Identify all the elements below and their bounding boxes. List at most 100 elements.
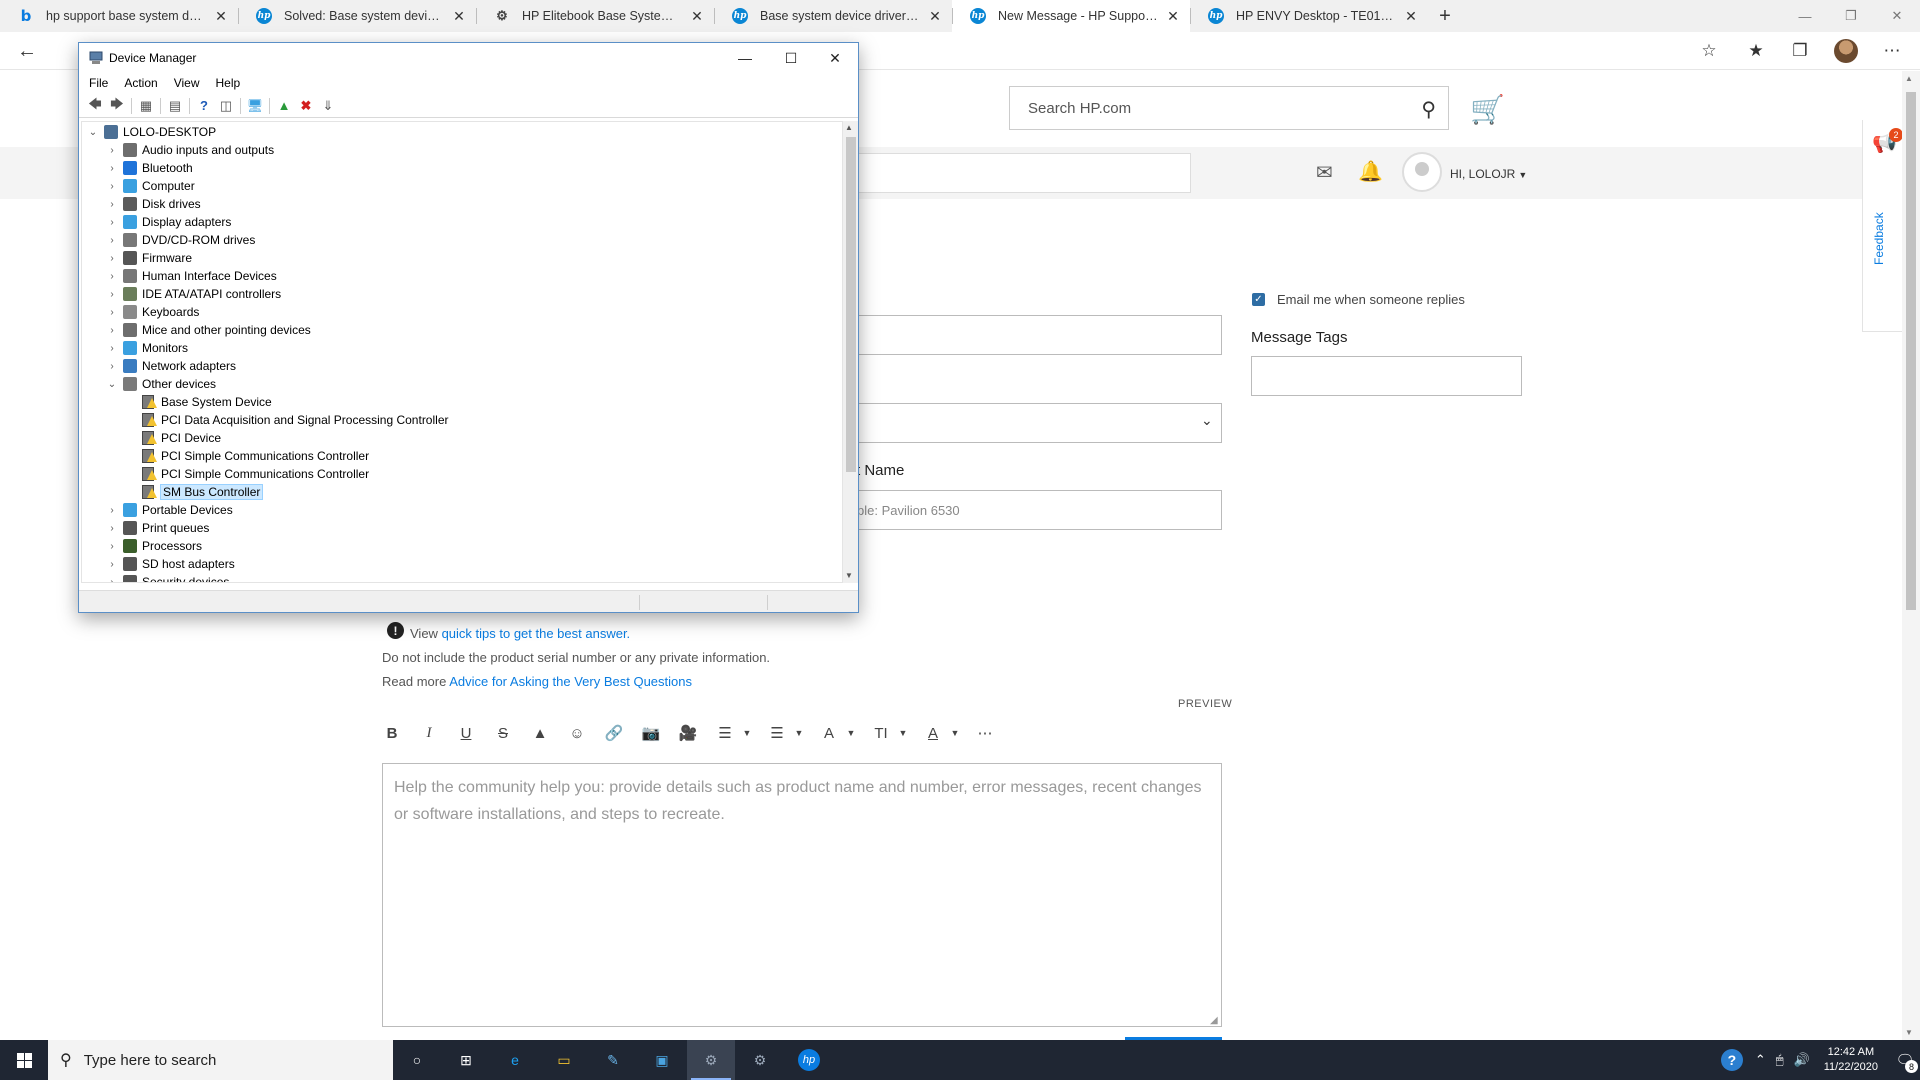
tips-link[interactable]: quick tips to get the best answer. — [442, 626, 631, 641]
browser-tab[interactable]: hp New Message - HP Support Com ✕ — [952, 0, 1190, 32]
preview-link[interactable]: PREVIEW — [1178, 698, 1232, 710]
caret-down-icon[interactable]: ▼ — [737, 718, 757, 748]
device-manager-2-taskbar-icon[interactable]: ⚙ — [736, 1040, 784, 1080]
insert-video-icon[interactable]: 🎥 — [678, 718, 698, 748]
tree-category[interactable]: › Processors — [105, 537, 202, 555]
community-search-input[interactable] — [835, 153, 1191, 193]
message-tags-input[interactable] — [1251, 356, 1522, 396]
chevron-down-icon[interactable]: ⌄ — [105, 379, 119, 390]
collections-icon[interactable]: ❐ — [1788, 39, 1812, 63]
taskbar-search-box[interactable]: ⚲ Type here to search — [48, 1040, 393, 1080]
menu-file[interactable]: File — [89, 76, 108, 90]
tree-category[interactable]: › Keyboards — [105, 303, 199, 321]
chevron-right-icon[interactable]: › — [105, 559, 119, 570]
browser-profile-avatar[interactable] — [1834, 39, 1858, 63]
cart-icon[interactable]: 🛒 — [1470, 93, 1505, 126]
minimize-button[interactable]: — — [1782, 0, 1828, 32]
search-icon[interactable]: ⚲ — [1421, 97, 1436, 122]
windows-start-button[interactable] — [0, 1040, 48, 1080]
chevron-right-icon[interactable]: › — [105, 505, 119, 516]
close-tab-icon[interactable]: ✕ — [212, 8, 230, 25]
location-select[interactable] — [855, 403, 1222, 443]
close-tab-icon[interactable]: ✕ — [1164, 8, 1182, 25]
scroll-down-arrow-icon[interactable]: ▼ — [845, 571, 853, 580]
chevron-right-icon[interactable]: › — [105, 289, 119, 300]
tree-category[interactable]: › Security devices — [105, 573, 229, 582]
control-panel-icon[interactable]: ▣ — [638, 1040, 686, 1080]
chevron-right-icon[interactable]: › — [105, 253, 119, 264]
taskbar-clock[interactable]: 12:42 AM 11/22/2020 — [1824, 1045, 1878, 1075]
chevron-right-icon[interactable]: › — [105, 181, 119, 192]
favorites-list-icon[interactable]: ★ — [1744, 39, 1768, 63]
spoiler-warning-icon[interactable]: ▲ — [530, 718, 550, 748]
resize-handle-icon[interactable]: ◢ — [1210, 1015, 1218, 1026]
chevron-right-icon[interactable]: › — [105, 361, 119, 372]
menu-view[interactable]: View — [174, 76, 200, 90]
show-action-pane-icon[interactable]: ◫ — [215, 96, 237, 116]
help-icon[interactable]: ? — [1720, 1049, 1743, 1071]
message-body-editor[interactable]: Help the community help you: provide det… — [382, 763, 1222, 1027]
dm-minimize-button[interactable]: — — [722, 43, 768, 73]
close-button[interactable]: ✕ — [1874, 0, 1920, 32]
user-avatar[interactable] — [1402, 152, 1442, 192]
tree-category[interactable]: › Portable Devices — [105, 501, 233, 519]
tree-device[interactable]: PCI Simple Communications Controller — [124, 447, 369, 465]
tree-category[interactable]: › Print queues — [105, 519, 209, 537]
tree-category[interactable]: ⌄ Other devices — [105, 375, 216, 393]
chevron-right-icon[interactable]: › — [105, 541, 119, 552]
tree-category[interactable]: › SD host adapters — [105, 555, 235, 573]
tree-category[interactable]: › Bluetooth — [105, 159, 193, 177]
edge-browser-icon[interactable]: e — [491, 1040, 539, 1080]
scroll-up-arrow-icon[interactable]: ▲ — [1905, 74, 1913, 83]
chevron-right-icon[interactable]: › — [105, 271, 119, 282]
enable-device-icon[interactable]: ⇓ — [317, 96, 339, 116]
strikethrough-button[interactable]: S — [493, 718, 513, 748]
back-arrow-icon[interactable]: ← — [14, 38, 40, 64]
underline-button[interactable]: U — [456, 718, 476, 748]
chevron-up-icon[interactable]: ⌃ — [1755, 1052, 1766, 1068]
chevron-down-icon[interactable]: ⌄ — [86, 127, 100, 138]
chevron-down-icon[interactable]: ⌄ — [1201, 412, 1213, 429]
numbered-list-icon[interactable]: ☰ — [715, 718, 735, 748]
chevron-right-icon[interactable]: › — [105, 325, 119, 336]
insert-photo-icon[interactable]: 📷 — [641, 718, 661, 748]
caret-down-icon[interactable]: ▼ — [789, 718, 809, 748]
network-icon[interactable]: 🖱 — [1776, 1052, 1784, 1068]
browser-tab[interactable]: ⚙ HP Elitebook Base System Devic ✕ — [476, 0, 714, 32]
tree-category[interactable]: › Network adapters — [105, 357, 236, 375]
browser-tab[interactable]: hp Base system device driver - HP S ✕ — [714, 0, 952, 32]
menu-help[interactable]: Help — [216, 76, 241, 90]
italic-button[interactable]: I — [419, 718, 439, 748]
action-center-icon[interactable]: 🗨 8 — [1890, 1040, 1920, 1080]
link-icon[interactable]: 🔗 — [604, 718, 624, 748]
scan-hardware-icon[interactable]: 🖥 — [244, 96, 266, 116]
chevron-right-icon[interactable]: › — [105, 235, 119, 246]
text-color-icon[interactable]: A — [923, 718, 943, 748]
font-size-icon[interactable]: TI — [871, 718, 891, 748]
help-icon[interactable]: ? — [193, 96, 215, 116]
tree-category[interactable]: › Mice and other pointing devices — [105, 321, 311, 339]
device-manager-taskbar-icon[interactable]: ⚙ — [687, 1040, 735, 1080]
close-tab-icon[interactable]: ✕ — [1402, 8, 1420, 25]
caret-down-icon[interactable]: ▼ — [893, 718, 913, 748]
font-family-icon[interactable]: A — [819, 718, 839, 748]
dm-close-button[interactable]: ✕ — [812, 43, 858, 73]
device-manager-titlebar[interactable]: Device Manager — ☐ ✕ — [79, 43, 858, 73]
tree-category[interactable]: › DVD/CD-ROM drives — [105, 231, 255, 249]
close-tab-icon[interactable]: ✕ — [926, 8, 944, 25]
tree-device[interactable]: PCI Simple Communications Controller — [124, 465, 369, 483]
notepad-icon[interactable]: ✎ — [589, 1040, 637, 1080]
tree-device[interactable]: Base System Device — [124, 393, 272, 411]
tree-category[interactable]: › Display adapters — [105, 213, 231, 231]
restore-button[interactable]: ❐ — [1828, 0, 1874, 32]
browser-tab[interactable]: b hp support base system device - ✕ — [0, 0, 238, 32]
tree-device[interactable]: PCI Data Acquisition and Signal Processi… — [124, 411, 448, 429]
task-view-icon[interactable]: ○ — [393, 1040, 441, 1080]
bell-icon[interactable]: 🔔 — [1358, 159, 1383, 184]
volume-icon[interactable]: 🔊 — [1794, 1052, 1810, 1068]
tree-category[interactable]: › Firmware — [105, 249, 192, 267]
email-replies-checkbox[interactable]: ✓ — [1252, 293, 1265, 306]
tree-category[interactable]: › Human Interface Devices — [105, 267, 277, 285]
tree-category[interactable]: › Computer — [105, 177, 195, 195]
hp-search-input[interactable]: Search HP.com ⚲ — [1009, 86, 1449, 130]
